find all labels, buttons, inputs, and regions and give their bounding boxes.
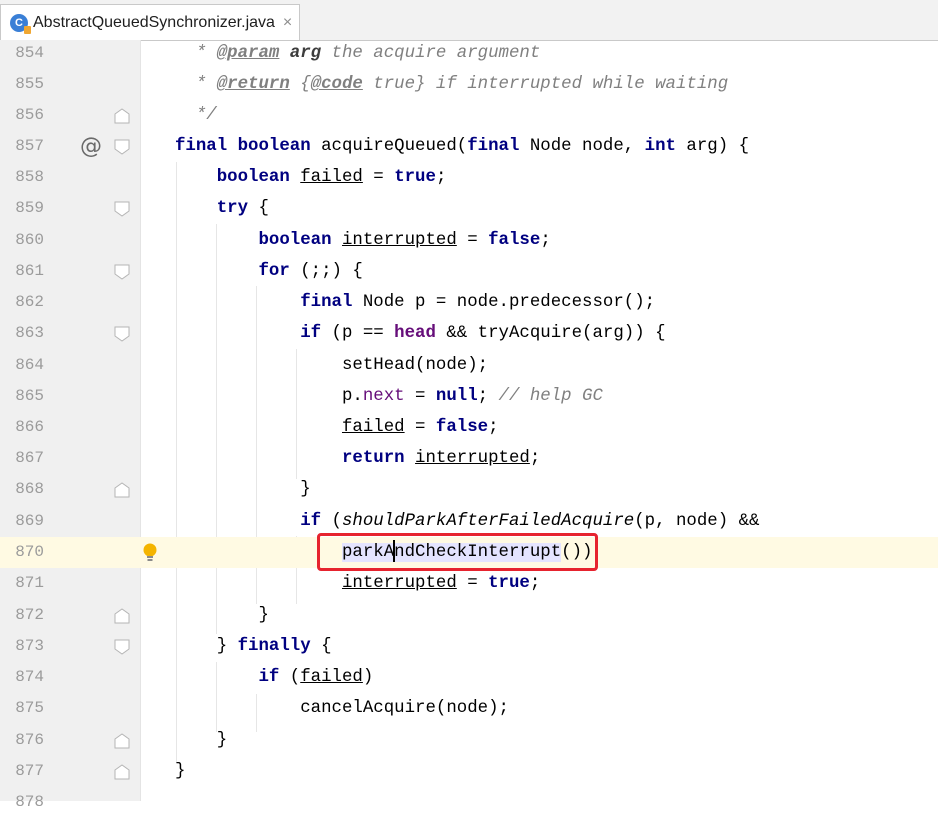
line-number: 866 bbox=[15, 418, 44, 436]
line-number: 872 bbox=[15, 606, 44, 624]
code-text: return interrupted; bbox=[341, 449, 541, 468]
code-text: * @return {@code true} if interrupted wh… bbox=[175, 75, 729, 94]
line-number: 875 bbox=[15, 699, 44, 717]
code-line[interactable]: 867 return interrupted; bbox=[0, 443, 938, 474]
code-line[interactable]: 860 boolean interrupted = false; bbox=[0, 225, 938, 256]
code-line[interactable]: 875 cancelAcquire(node); bbox=[0, 693, 938, 724]
code-line[interactable]: 871 interrupted = true; bbox=[0, 568, 938, 599]
code-text: boolean interrupted = false; bbox=[258, 231, 551, 250]
fold-start-icon[interactable] bbox=[114, 639, 130, 655]
line-number: 876 bbox=[15, 731, 44, 749]
fold-start-icon[interactable] bbox=[114, 201, 130, 217]
close-icon[interactable]: × bbox=[283, 14, 292, 32]
code-text: try { bbox=[216, 199, 269, 218]
code-line[interactable]: 854 * @param arg the acquire argument bbox=[0, 38, 938, 69]
line-number: 870 bbox=[15, 543, 44, 561]
code-line[interactable]: 866 failed = false; bbox=[0, 412, 938, 443]
line-number: 863 bbox=[15, 324, 44, 342]
code-text: */ bbox=[175, 106, 217, 125]
tab-filename: AbstractQueuedSynchronizer.java bbox=[33, 13, 275, 31]
line-number: 871 bbox=[15, 574, 44, 592]
code-text: p.next = null; // help GC bbox=[175, 387, 603, 406]
fold-start-icon[interactable] bbox=[114, 264, 130, 280]
code-text: boolean failed = true; bbox=[216, 168, 447, 187]
code-text: for (;;) { bbox=[258, 262, 363, 281]
code-text: final boolean acquireQueued(final Node n… bbox=[175, 137, 750, 156]
line-number: 869 bbox=[15, 512, 44, 530]
code-text: * @param arg the acquire argument bbox=[175, 44, 541, 63]
editor-tab-bar: C AbstractQueuedSynchronizer.java × bbox=[0, 0, 938, 41]
code-line[interactable]: 876 } bbox=[0, 725, 938, 756]
fold-end-icon[interactable] bbox=[114, 764, 130, 780]
line-number: 868 bbox=[15, 480, 44, 498]
line-number: 865 bbox=[15, 387, 44, 405]
code-line[interactable]: 865 p.next = null; // help GC bbox=[0, 381, 938, 412]
code-text: } bbox=[175, 731, 228, 750]
code-line[interactable]: 877 } bbox=[0, 756, 938, 787]
fold-end-icon[interactable] bbox=[114, 108, 130, 124]
highlight-box bbox=[317, 533, 598, 571]
code-text: cancelAcquire(node); bbox=[175, 699, 509, 718]
code-line[interactable]: 855 * @return {@code true} if interrupte… bbox=[0, 69, 938, 100]
fold-end-icon[interactable] bbox=[114, 733, 130, 749]
line-number: 857 bbox=[15, 137, 44, 155]
line-number: 860 bbox=[15, 231, 44, 249]
fold-start-icon[interactable] bbox=[114, 326, 130, 342]
line-number: 859 bbox=[15, 199, 44, 217]
code-text: } bbox=[175, 762, 186, 781]
override-marker-icon[interactable]: @ bbox=[80, 131, 102, 162]
code-line[interactable]: 859 try { bbox=[0, 193, 938, 224]
line-number: 854 bbox=[15, 44, 44, 62]
lightbulb-icon[interactable] bbox=[142, 542, 158, 564]
code-line[interactable]: 862 final Node p = node.predecessor(); bbox=[0, 287, 938, 318]
code-text: final Node p = node.predecessor(); bbox=[300, 293, 656, 312]
code-text: interrupted = true; bbox=[341, 574, 541, 593]
file-tab[interactable]: C AbstractQueuedSynchronizer.java × bbox=[0, 4, 300, 40]
line-number: 878 bbox=[15, 793, 44, 811]
line-number: 864 bbox=[15, 356, 44, 374]
code-line[interactable]: 858 boolean failed = true; bbox=[0, 162, 938, 193]
fold-end-icon[interactable] bbox=[114, 608, 130, 624]
code-line[interactable]: 864 setHead(node); bbox=[0, 350, 938, 381]
line-number: 861 bbox=[15, 262, 44, 280]
code-line[interactable]: 857 @ final boolean acquireQueued(final … bbox=[0, 131, 938, 162]
line-number: 867 bbox=[15, 449, 44, 467]
code-text: if (p == head && tryAcquire(arg)) { bbox=[300, 324, 666, 343]
line-number: 873 bbox=[15, 637, 44, 655]
code-line[interactable]: 868 } bbox=[0, 474, 938, 505]
line-number: 856 bbox=[15, 106, 44, 124]
line-number: 874 bbox=[15, 668, 44, 686]
code-text: } bbox=[175, 480, 311, 499]
line-number: 877 bbox=[15, 762, 44, 780]
code-line[interactable]: 863 if (p == head && tryAcquire(arg)) { bbox=[0, 318, 938, 349]
fold-start-icon[interactable] bbox=[114, 139, 130, 155]
code-line[interactable]: 861 for (;;) { bbox=[0, 256, 938, 287]
code-text: if (failed) bbox=[258, 668, 374, 687]
code-line[interactable]: 856 */ bbox=[0, 100, 938, 131]
code-text: } finally { bbox=[175, 637, 332, 656]
code-line[interactable]: 872 } bbox=[0, 600, 938, 631]
code-text: failed = false; bbox=[341, 418, 499, 437]
line-number: 855 bbox=[15, 75, 44, 93]
line-number: 862 bbox=[15, 293, 44, 311]
code-text: } bbox=[175, 606, 269, 625]
code-line[interactable]: 874 if (failed) bbox=[0, 662, 938, 693]
code-text: setHead(node); bbox=[175, 356, 489, 375]
code-line[interactable]: 873 } finally { bbox=[0, 631, 938, 662]
java-class-icon: C bbox=[10, 13, 31, 34]
code-line[interactable]: 878 bbox=[0, 787, 938, 818]
fold-end-icon[interactable] bbox=[114, 482, 130, 498]
line-number: 858 bbox=[15, 168, 44, 186]
